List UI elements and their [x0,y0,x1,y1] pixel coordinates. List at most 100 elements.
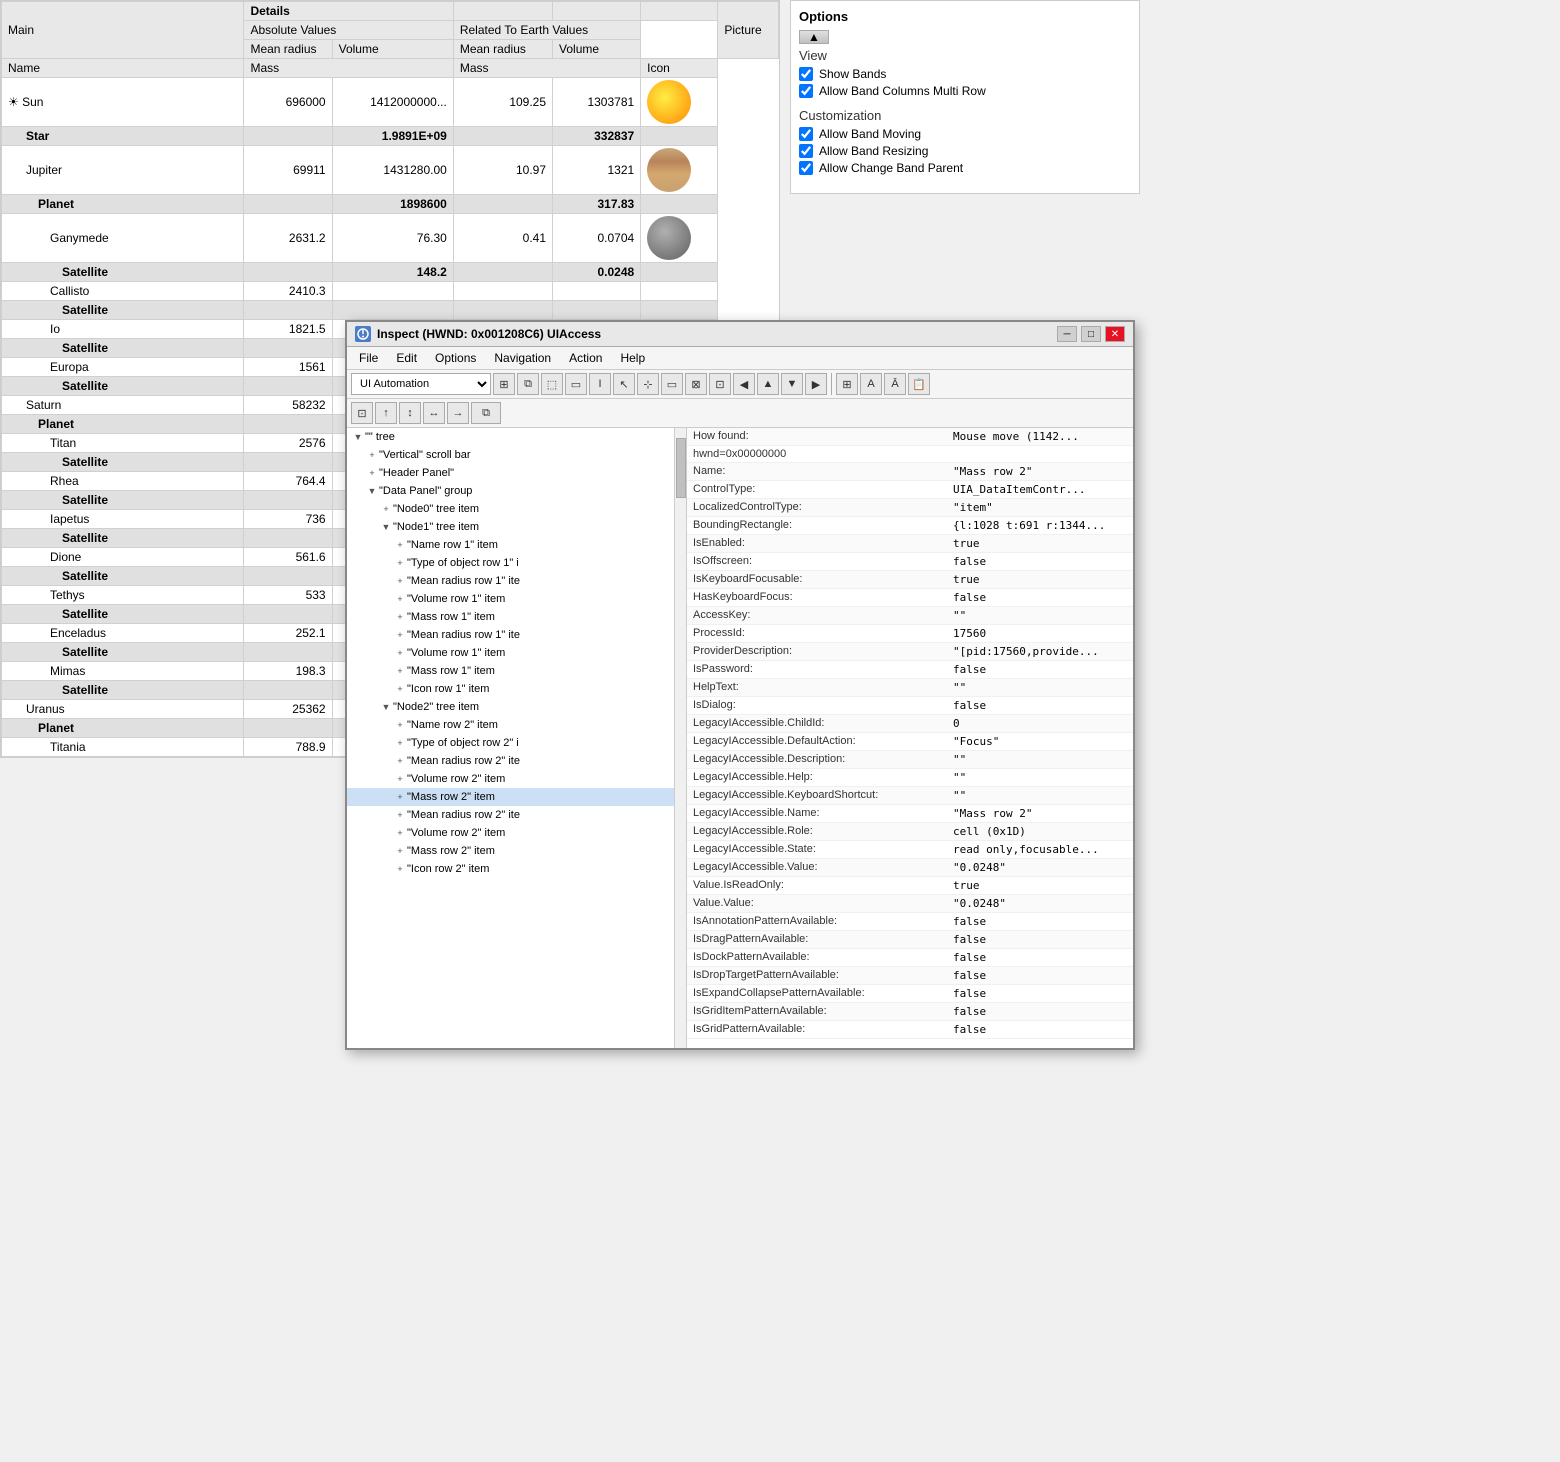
tree-item-meanradius2-row1[interactable]: + "Mean radius row 1" ite [347,626,686,644]
tree-toggle[interactable]: + [393,754,407,768]
tree-toggle[interactable]: + [393,826,407,840]
tree-item-meanradius-row2[interactable]: + "Mean radius row 2" ite [347,752,686,770]
toolbar2-btn-3[interactable]: ↕ [399,402,421,424]
tree-item-mass-row2-selected[interactable]: + "Mass row 2" item [347,788,686,806]
toolbar-btn-up[interactable]: ▲ [757,373,779,395]
menu-edit[interactable]: Edit [388,349,425,367]
menu-options[interactable]: Options [427,349,484,367]
toolbar-btn-forward[interactable]: ▶ [805,373,827,395]
tree-toggle[interactable]: + [393,628,407,642]
maximize-button[interactable]: □ [1081,326,1101,342]
tree-toggle[interactable]: + [365,466,379,480]
tree-item-label: "Name row 1" item [407,539,498,551]
toolbar-btn-a[interactable]: A [860,373,882,395]
tree-item-node1[interactable]: ▼ "Node1" tree item [347,518,686,536]
tree-item-type-row1[interactable]: + "Type of object row 1" i [347,554,686,572]
tree-toggle[interactable]: + [393,610,407,624]
tree-item-icon-row1[interactable]: + "Icon row 1" item [347,680,686,698]
tree-item-header[interactable]: + "Header Panel" [347,464,686,482]
toolbar-btn-c[interactable]: 📋 [908,373,930,395]
tree-toggle[interactable]: + [393,772,407,786]
tree-item-node2[interactable]: ▼ "Node2" tree item [347,698,686,716]
tree-toggle[interactable]: ▼ [365,484,379,498]
toolbar-btn-7[interactable]: ⊹ [637,373,659,395]
allow-band-moving-checkbox[interactable] [799,127,813,141]
allow-band-resizing-option: Allow Band Resizing [799,144,1131,158]
tree-scrollbar[interactable] [674,428,686,1048]
toolbar-btn-4[interactable]: ▭ [565,373,587,395]
tree-item-data-panel[interactable]: ▼ "Data Panel" group [347,482,686,500]
tree-toggle[interactable]: + [393,682,407,696]
tree-toggle[interactable]: ▼ [379,520,393,534]
tree-item-mass2-row2[interactable]: + "Mass row 2" item [347,842,686,860]
view-collapse-icon[interactable]: ▲ [799,30,829,44]
toolbar2-btn-4[interactable]: ↔ [423,402,445,424]
absolute-values-header: Absolute Values [244,21,453,40]
toolbar-btn-5[interactable]: I [589,373,611,395]
tree-toggle[interactable]: + [365,448,379,462]
tree-toggle[interactable]: + [379,502,393,516]
menu-help[interactable]: Help [612,349,653,367]
tree-toggle[interactable]: + [393,556,407,570]
tree-item-volume-row2[interactable]: + "Volume row 2" item [347,770,686,788]
tree-item-root[interactable]: ▼ "" tree [347,428,686,446]
tree-item-icon-row2[interactable]: + "Icon row 2" item [347,860,686,878]
tree-item-volume2-row2[interactable]: + "Volume row 2" item [347,824,686,842]
tree-toggle[interactable]: + [393,574,407,588]
tree-toggle[interactable]: + [393,808,407,822]
prop-value: "Mass row 2" [947,463,1133,481]
toolbar-btn-10[interactable]: ⊡ [709,373,731,395]
tree-item-node0[interactable]: + "Node0" tree item [347,500,686,518]
close-button[interactable]: ✕ [1105,326,1125,342]
tree-toggle[interactable]: + [393,718,407,732]
toolbar-btn-9[interactable]: ⊠ [685,373,707,395]
toolbar-btn-grid[interactable]: ⊞ [836,373,858,395]
tree-toggle[interactable]: + [393,592,407,606]
tree-toggle[interactable]: + [393,646,407,660]
menu-navigation[interactable]: Navigation [486,349,559,367]
toolbar2-btn-2[interactable]: ↑ [375,402,397,424]
show-bands-checkbox[interactable] [799,67,813,81]
tree-item-meanradius-row1[interactable]: + "Mean radius row 1" ite [347,572,686,590]
tree-item-mass2-row1[interactable]: + "Mass row 1" item [347,662,686,680]
toolbar-btn-b[interactable]: Ā [884,373,906,395]
tree-toggle[interactable]: ▼ [351,430,365,444]
allow-change-band-parent-checkbox[interactable] [799,161,813,175]
menu-file[interactable]: File [351,349,386,367]
tree-item-scrollbar[interactable]: + "Vertical" scroll bar [347,446,686,464]
toolbar-btn-3[interactable]: ⬚ [541,373,563,395]
toolbar2-btn-5[interactable]: → [447,402,469,424]
tree-toggle[interactable]: ▼ [379,700,393,714]
allow-band-resizing-checkbox[interactable] [799,144,813,158]
tree-item-meanradius2-row2[interactable]: + "Mean radius row 2" ite [347,806,686,824]
prop-row: LegacyIAccessible.DefaultAction: "Focus" [687,733,1133,751]
tree-toggle[interactable]: + [393,664,407,678]
toolbar-btn-down[interactable]: ▼ [781,373,803,395]
toolbar-btn-1[interactable]: ⊞ [493,373,515,395]
tree-item-type-row2[interactable]: + "Type of object row 2" i [347,734,686,752]
toolbar-btn-8[interactable]: ▭ [661,373,683,395]
toolbar2-btn-6[interactable]: ⧉ [471,402,501,424]
tree-item-volume-row1[interactable]: + "Volume row 1" item [347,590,686,608]
tree-scrollbar-thumb[interactable] [676,438,686,498]
toolbar-btn-2[interactable]: ⧉ [517,373,539,395]
automation-mode-select[interactable]: UI Automation [351,373,491,395]
toolbar-btn-cursor[interactable]: ↖ [613,373,635,395]
tree-item-mass-row1[interactable]: + "Mass row 1" item [347,608,686,626]
tree-toggle[interactable]: + [393,862,407,876]
tree-toggle[interactable]: + [393,736,407,750]
icon-header: Icon [641,59,718,78]
allow-band-columns-checkbox[interactable] [799,84,813,98]
tree-item-volume2-row1[interactable]: + "Volume row 1" item [347,644,686,662]
tree-item-name-row2[interactable]: + "Name row 2" item [347,716,686,734]
toolbar-btn-back[interactable]: ◀ [733,373,755,395]
menu-action[interactable]: Action [561,349,610,367]
tree-toggle[interactable]: + [393,790,407,804]
tree-toggle[interactable]: + [393,538,407,552]
toolbar2-btn-1[interactable]: ⊡ [351,402,373,424]
tree-toggle[interactable]: + [393,844,407,858]
prop-row: LegacyIAccessible.Description: "" [687,751,1133,769]
tree-item-name-row1[interactable]: + "Name row 1" item [347,536,686,554]
tree-item-label: "Node0" tree item [393,503,479,515]
minimize-button[interactable]: ─ [1057,326,1077,342]
